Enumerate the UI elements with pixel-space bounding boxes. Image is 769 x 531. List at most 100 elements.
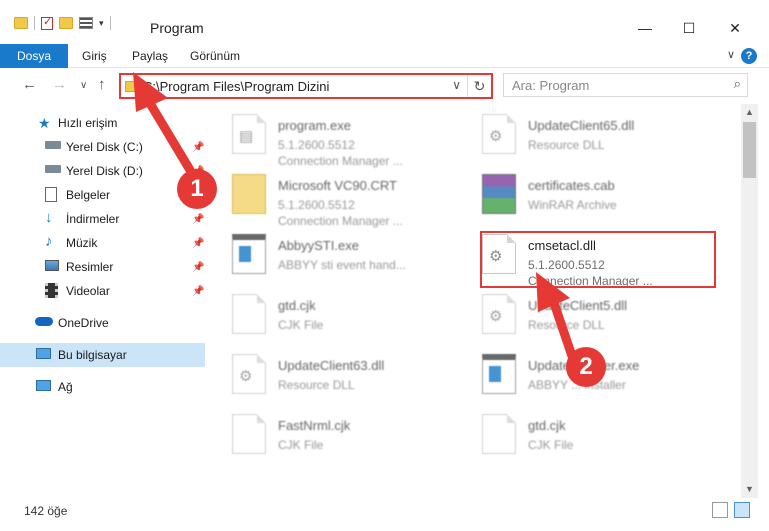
dll-icon: ⚙	[482, 114, 516, 154]
file-version: 5.1.2600.5512	[278, 198, 355, 212]
close-button[interactable]: ✕	[712, 16, 758, 40]
folder-icon	[232, 174, 266, 214]
window-title: Program	[150, 20, 204, 36]
sidebar-item-network[interactable]: Ağ	[0, 375, 205, 399]
chevron-down-icon[interactable]: ∨	[452, 78, 461, 92]
sidebar-item-music[interactable]: ♪ Müzik 📌	[0, 231, 205, 255]
forward-arrow-icon[interactable]: →	[52, 76, 67, 93]
file-type: CJK File	[528, 438, 574, 452]
sidebar-item-label: Müzik	[66, 236, 98, 250]
pin-icon[interactable]: 📌	[192, 262, 204, 273]
file-type: Resource DLL	[528, 138, 605, 152]
sidebar-item-pictures[interactable]: Resimler 📌	[0, 255, 205, 279]
file-item[interactable]: Microsoft VC90.CRT 5.1.2600.5512 Connect…	[210, 168, 460, 228]
recent-locations-icon[interactable]: ∨	[80, 80, 87, 91]
sidebar-item-label: Yerel Disk (C:)	[66, 140, 143, 154]
scroll-thumb[interactable]	[743, 122, 756, 178]
file-name: UpdateClient5.dll	[528, 298, 628, 313]
address-path[interactable]: C:\Program Files\Program Dizini	[143, 79, 329, 94]
details-view-icon[interactable]	[712, 502, 728, 518]
address-bar[interactable]: C:\Program Files\Program Dizini ∨ ↻	[119, 73, 493, 99]
file-version: 5.1.2600.5512	[278, 138, 355, 152]
item-count: 142 öğe	[24, 504, 68, 518]
sidebar-item-label: İndirmeler	[66, 212, 120, 226]
tab-share[interactable]: Paylaş	[132, 44, 168, 68]
tab-file[interactable]: Dosya	[0, 44, 68, 68]
blank-file-icon	[482, 414, 516, 454]
customize-icon[interactable]	[79, 17, 93, 29]
file-list: ▤ program.exe 5.1.2600.5512 Connection M…	[210, 104, 741, 498]
sidebar-item-downloads[interactable]: ↓ İndirmeler 📌	[0, 207, 205, 231]
back-arrow-icon[interactable]: ←	[22, 76, 37, 93]
sidebar-item-label: Ağ	[58, 380, 73, 394]
title-bar: ▾ Program — ☐ ✕	[0, 0, 769, 44]
refresh-icon[interactable]: ↻	[467, 75, 491, 97]
file-name: certificates.cab	[528, 178, 615, 193]
file-type: CJK File	[278, 438, 324, 452]
exe-icon: ▤	[232, 114, 266, 154]
sidebar-item-disk-d[interactable]: Yerel Disk (D:) 📌	[0, 159, 205, 183]
ribbon-tabs: Dosya Giriş Paylaş Görünüm ∨ ?	[0, 44, 769, 68]
tab-view[interactable]: Görünüm	[190, 44, 240, 68]
up-arrow-icon[interactable]: ↑	[98, 76, 106, 93]
pictures-icon	[45, 260, 59, 271]
file-item[interactable]: gtd.cjk CJK File	[460, 408, 710, 466]
help-icon[interactable]: ?	[741, 48, 757, 64]
navigation-pane: ★ Hızlı erişim Yerel Disk (C:) 📌 Yerel D…	[0, 104, 205, 498]
sidebar-item-label: Hızlı erişim	[58, 116, 118, 130]
cloud-icon	[35, 317, 53, 326]
sidebar-item-label: Yerel Disk (D:)	[66, 164, 143, 178]
sidebar-item-this-pc[interactable]: Bu bilgisayar	[0, 343, 205, 367]
sidebar-item-documents[interactable]: Belgeler 📌	[0, 183, 205, 207]
file-item[interactable]: ⚙ UpdateClient65.dll Resource DLL	[460, 108, 710, 166]
file-item[interactable]: ⚙ UpdateClient5.dll Resource DLL	[460, 288, 710, 346]
file-item[interactable]: ▤ program.exe 5.1.2600.5512 Connection M…	[210, 108, 460, 168]
file-item[interactable]: certificates.cab WinRAR Archive	[460, 168, 710, 226]
file-description: Connection Manager ...	[278, 154, 403, 168]
sidebar-item-quick-access[interactable]: ★ Hızlı erişim	[0, 111, 205, 135]
step-2-badge: 2	[566, 347, 606, 387]
expand-ribbon-icon[interactable]: ∨	[727, 48, 735, 61]
scroll-down-icon[interactable]: ▼	[741, 481, 758, 498]
file-name: UpdateClient63.dll	[278, 358, 385, 373]
scroll-up-icon[interactable]: ▲	[741, 104, 758, 121]
file-name: gtd.cjk	[278, 298, 316, 313]
download-icon: ↓	[45, 209, 53, 226]
star-icon: ★	[38, 115, 51, 131]
pin-icon[interactable]: 📌	[192, 286, 204, 297]
minimize-button[interactable]: —	[622, 16, 668, 40]
tab-home[interactable]: Giriş	[82, 44, 107, 68]
sidebar-item-videos[interactable]: Videolar 📌	[0, 279, 205, 303]
sidebar-item-onedrive[interactable]: OneDrive	[0, 311, 205, 335]
search-icon[interactable]: ⌕	[734, 76, 741, 92]
sidebar-item-disk-c[interactable]: Yerel Disk (C:) 📌	[0, 135, 205, 159]
maximize-button[interactable]: ☐	[666, 16, 712, 40]
file-item[interactable]: FastNrml.cjk CJK File	[210, 408, 460, 466]
file-type: Resource DLL	[278, 378, 355, 392]
status-bar: 142 öğe	[0, 498, 769, 531]
folder-icon	[14, 17, 28, 29]
large-icons-view-icon[interactable]	[734, 502, 750, 518]
winrar-icon	[482, 174, 516, 214]
new-folder-icon[interactable]	[59, 17, 73, 29]
dll-icon: ⚙	[482, 294, 516, 334]
step-1-badge: 1	[177, 169, 217, 209]
vertical-scrollbar[interactable]: ▲ ▼	[741, 104, 758, 498]
pin-icon[interactable]: 📌	[192, 238, 204, 249]
properties-check-icon[interactable]	[41, 15, 53, 30]
search-input[interactable]: Ara: Program ⌕	[503, 73, 748, 97]
file-item[interactable]: AbbyySTI.exe ABBYY sti event hand...	[210, 228, 460, 286]
pin-icon[interactable]: 📌	[192, 142, 204, 153]
divider	[109, 16, 111, 30]
pin-icon[interactable]: 📌	[192, 214, 204, 225]
file-item[interactable]: gtd.cjk CJK File	[210, 288, 460, 346]
file-item[interactable]: ⚙ UpdateClient63.dll Resource DLL	[210, 348, 460, 406]
blank-file-icon	[232, 294, 266, 334]
sidebar-item-label: Belgeler	[66, 188, 111, 202]
folder-icon	[125, 81, 139, 92]
blank-file-icon	[232, 414, 266, 454]
file-name: gtd.cjk	[528, 418, 566, 433]
music-icon: ♪	[45, 233, 53, 250]
chevron-down-icon[interactable]: ▾	[99, 18, 104, 29]
file-type: CJK File	[278, 318, 324, 332]
